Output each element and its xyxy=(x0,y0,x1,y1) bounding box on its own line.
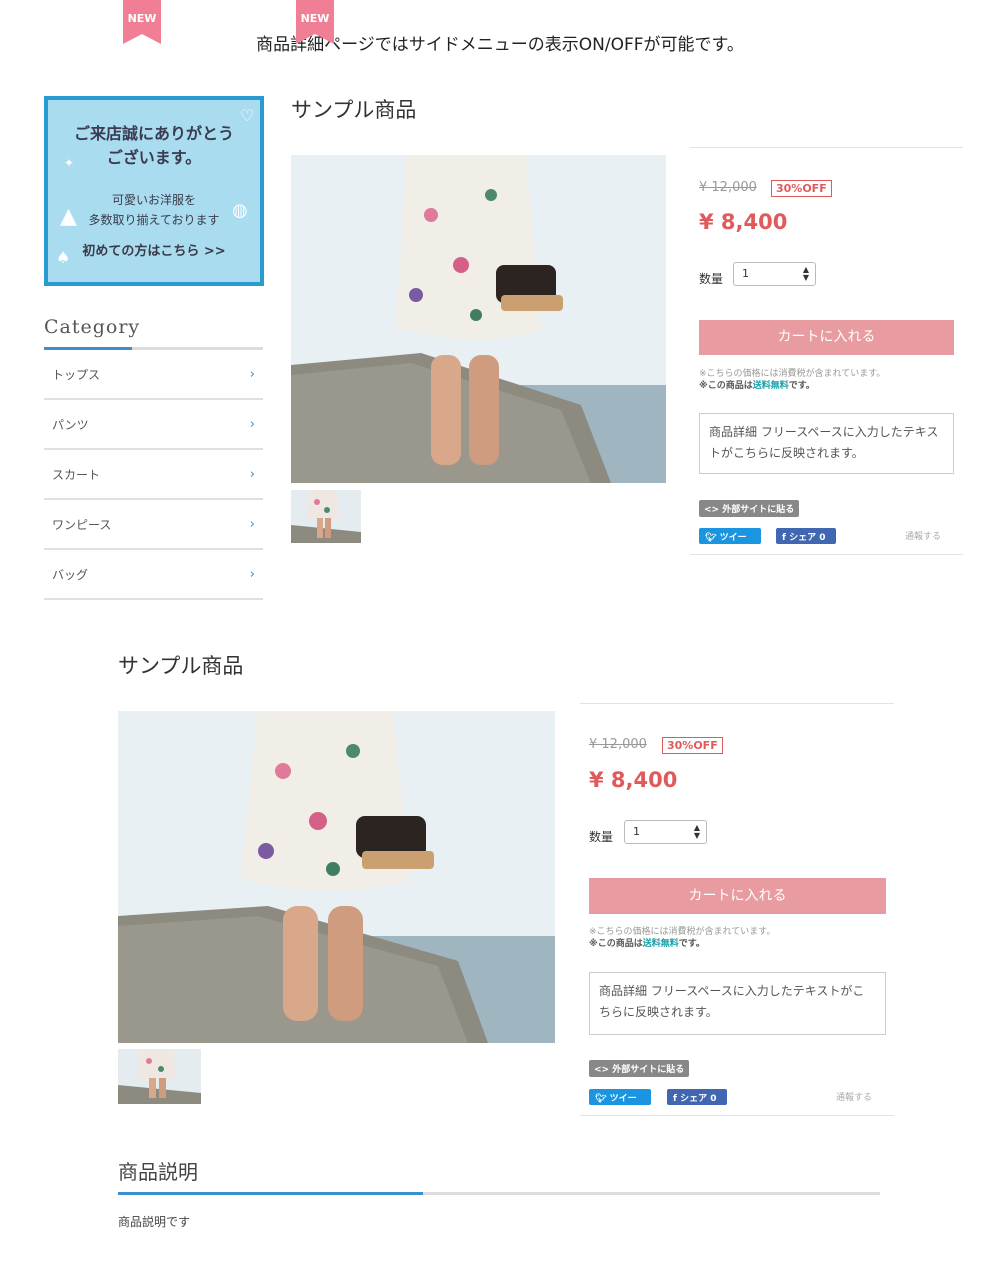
facebook-f-icon: f xyxy=(782,533,790,543)
category-item-label: トップス xyxy=(52,367,101,382)
shipping-note-suffix: です。 xyxy=(788,381,815,391)
tweet-button[interactable]: 🐦︎ ツイート xyxy=(589,1089,651,1117)
new-badge: NEW xyxy=(123,0,161,44)
category-item-bags[interactable]: バッグ › xyxy=(44,550,263,600)
sale-price: ¥ 8,400 xyxy=(589,768,678,792)
free-shipping-text: 送料無料 xyxy=(642,939,679,949)
purchase-panel: ¥ 12,000 30%OFF ¥ 8,400 数量 1 ▲ ▼ カートに入れる … xyxy=(580,703,894,1118)
welcome-banner[interactable]: ♡ ✦ ▲ ♠ ◍ ご来店誠にありがとう ございます。 可愛いお洋服を 多数取り… xyxy=(44,96,264,286)
quantity-label: 数量 xyxy=(589,830,614,844)
shipping-note-prefix: ※この商品は xyxy=(589,939,643,949)
category-item-label: パンツ xyxy=(52,417,89,432)
new-badge: NEW xyxy=(296,0,334,44)
chevron-right-icon: › xyxy=(249,466,255,482)
original-price: ¥ 12,000 xyxy=(699,180,757,195)
facebook-share-button[interactable]: f シェア 0 xyxy=(667,1089,727,1105)
sale-price: ¥ 8,400 xyxy=(699,210,788,234)
product-thumbnail[interactable] xyxy=(118,1049,201,1104)
chevron-right-icon: › xyxy=(249,366,255,382)
banner-subtitle: 可愛いお洋服を 多数取り揃えております xyxy=(88,193,220,227)
embed-button[interactable]: <> 外部サイトに貼る xyxy=(589,1060,690,1077)
discount-badge: 30%OFF xyxy=(771,180,832,197)
updown-arrows-icon: ▲ ▼ xyxy=(693,823,700,840)
free-space-text: 商品詳細 フリースペースに入力したテキストがこちらに反映されます。 xyxy=(699,413,954,474)
chevron-right-icon: › xyxy=(249,516,255,532)
category-item-skirts[interactable]: スカート › xyxy=(44,450,263,500)
original-price: ¥ 12,000 xyxy=(589,737,647,752)
share-label: シェア 0 xyxy=(680,1094,717,1104)
purchase-panel: ¥ 12,000 30%OFF ¥ 8,400 数量 1 ▲ ▼ カートに入れる … xyxy=(690,147,963,557)
description-heading: 商品説明 xyxy=(118,1160,198,1184)
shipping-note-suffix: です。 xyxy=(678,939,705,949)
facebook-share-button[interactable]: f シェア 0 xyxy=(776,528,836,544)
chevron-right-icon: › xyxy=(249,566,255,582)
description-divider xyxy=(118,1192,880,1195)
category-item-label: バッグ xyxy=(52,567,89,582)
quantity-label: 数量 xyxy=(699,272,724,286)
tax-included-note: ※こちらの価格には消費税が含まれています。 xyxy=(589,927,776,937)
discount-badge: 30%OFF xyxy=(662,737,723,754)
product-main-image[interactable] xyxy=(118,711,555,1043)
report-link[interactable]: 通報する xyxy=(836,1090,872,1103)
tax-note: ※こちらの価格には消費税が含まれています。 ※この商品は送料無料です。 xyxy=(589,926,775,950)
add-to-cart-button[interactable]: カートに入れる xyxy=(699,320,954,355)
shipping-note-prefix: ※この商品は xyxy=(699,381,753,391)
chevron-right-icon: › xyxy=(249,416,255,432)
product-title: サンプル商品 xyxy=(118,654,244,678)
description-text: 商品説明です xyxy=(118,1215,191,1229)
category-item-tops[interactable]: トップス › xyxy=(44,350,263,400)
twitter-bird-icon: 🐦︎ xyxy=(705,533,720,543)
twitter-bird-icon: 🐦︎ xyxy=(595,1094,610,1104)
product-main-image[interactable] xyxy=(291,155,666,483)
category-item-label: ワンピース xyxy=(52,517,112,532)
free-space-text: 商品詳細 フリースペースに入力したテキストがこちらに反映されます。 xyxy=(589,972,886,1035)
quantity-select[interactable]: 1 ▲ ▼ xyxy=(733,262,816,286)
quantity-value: 1 xyxy=(742,267,749,280)
category-item-dresses[interactable]: ワンピース › xyxy=(44,500,263,550)
facebook-f-icon: f xyxy=(673,1094,681,1104)
category-list: トップス › パンツ › スカート › ワンピース › バッグ › xyxy=(44,350,263,600)
report-link[interactable]: 通報する xyxy=(905,529,941,542)
tax-included-note: ※こちらの価格には消費税が含まれています。 xyxy=(699,369,886,379)
banner-title: ご来店誠にありがとう ございます。 xyxy=(73,124,234,167)
quantity-select[interactable]: 1 ▲ ▼ xyxy=(624,820,707,844)
tax-note: ※こちらの価格には消費税が含まれています。 ※この商品は送料無料です。 xyxy=(699,368,885,392)
updown-arrows-icon: ▲ ▼ xyxy=(802,265,809,282)
share-label: シェア 0 xyxy=(789,533,826,543)
product-thumbnail[interactable] xyxy=(291,490,361,543)
category-heading: Category xyxy=(44,316,141,338)
tweet-button[interactable]: 🐦︎ ツイート xyxy=(699,528,761,556)
quantity-value: 1 xyxy=(633,825,640,838)
product-title: サンプル商品 xyxy=(291,98,417,122)
embed-button[interactable]: <> 外部サイトに貼る xyxy=(699,500,800,517)
add-to-cart-button[interactable]: カートに入れる xyxy=(589,878,886,914)
free-shipping-text: 送料無料 xyxy=(752,381,789,391)
category-item-pants[interactable]: パンツ › xyxy=(44,400,263,450)
category-item-label: スカート xyxy=(52,467,101,482)
banner-link[interactable]: 初めての方はこちら >> xyxy=(48,240,260,259)
